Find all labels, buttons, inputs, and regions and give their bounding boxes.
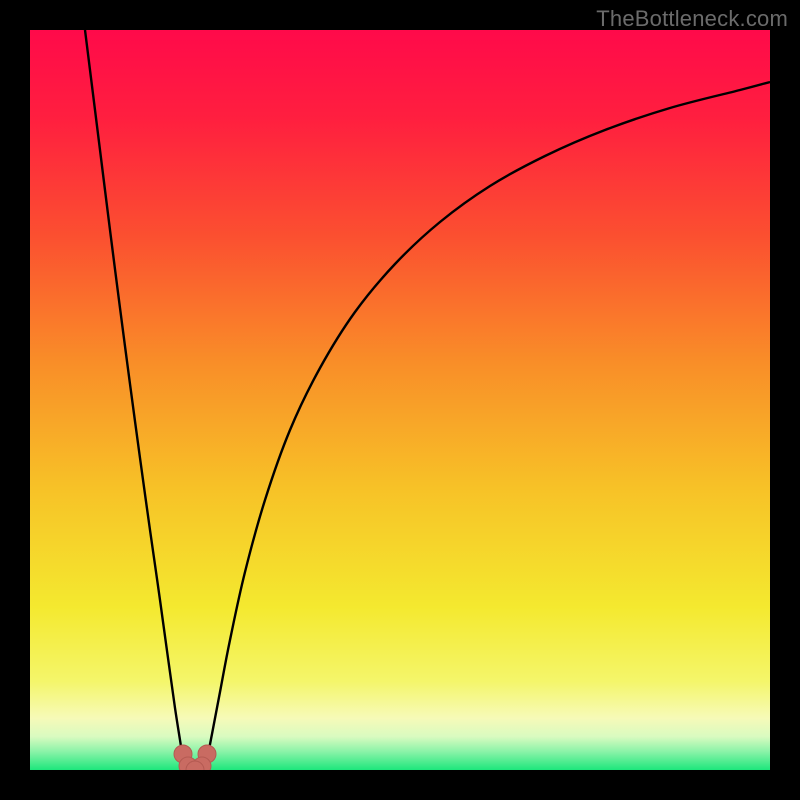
gradient-background [30, 30, 770, 770]
watermark-text: TheBottleneck.com [596, 6, 788, 32]
chart-frame: TheBottleneck.com [0, 0, 800, 800]
plot-area [30, 30, 770, 770]
plot-svg [30, 30, 770, 770]
